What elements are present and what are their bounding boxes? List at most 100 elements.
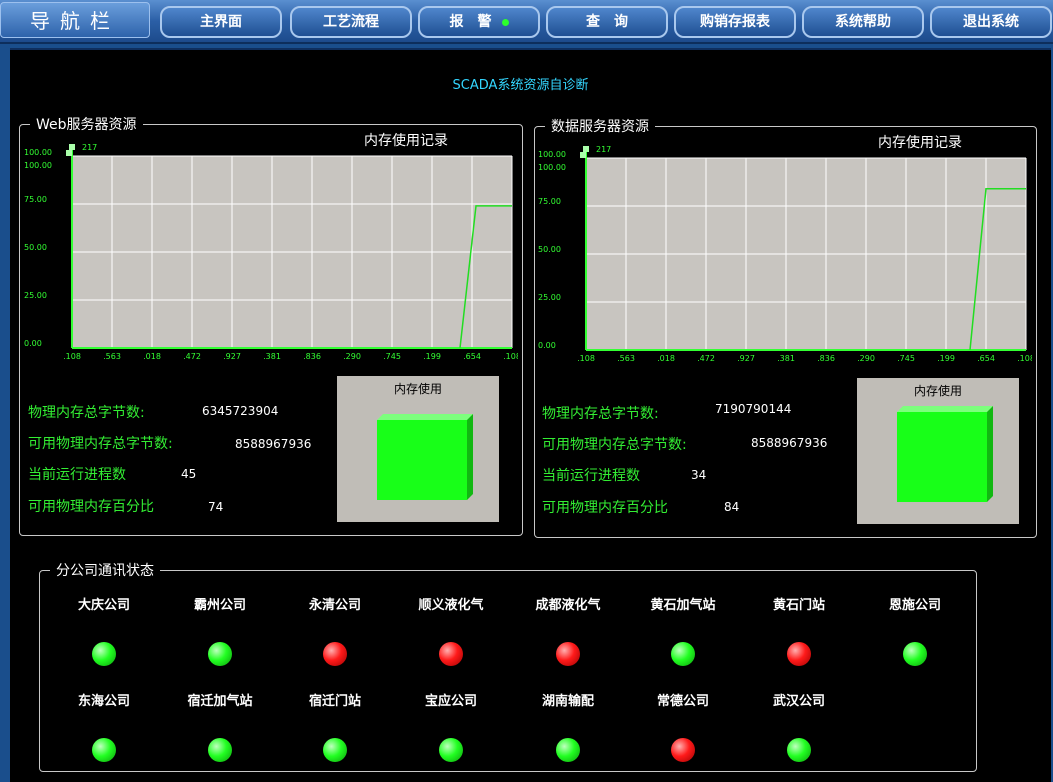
status-led-icon (671, 738, 695, 762)
x-tick-label: .472 (697, 354, 715, 363)
x-tick-label: .108 (577, 354, 595, 363)
nav-title: 导航栏 (0, 2, 150, 38)
x-tick-label: .018 (657, 354, 675, 363)
branch-name: 黄石门站 (772, 598, 825, 613)
x-tick-label: .199 (423, 352, 441, 361)
db-memory-percent-label: 可用物理内存百分比 (542, 500, 668, 516)
axis-handle-icon (66, 150, 72, 156)
nav-query-button[interactable]: 查 询 (546, 6, 668, 38)
nav-button-label: 报 警 (449, 14, 492, 30)
axis-handle-icon (69, 144, 75, 150)
status-led-icon (556, 642, 580, 666)
branch-name: 恩施公司 (888, 598, 941, 613)
status-led-icon (439, 738, 463, 762)
x-tick-label: .108 (503, 352, 518, 361)
web-total-memory-value: 6345723904 (202, 404, 279, 418)
db-memory-gauge-block (897, 406, 993, 502)
y-tick-label: 25.00 (24, 291, 47, 300)
web-memory-chart: 217 100.00 0.00 25.00 50.00 75.00 100.00 .108 .5… (24, 143, 518, 361)
y-tick-label: 0.00 (538, 341, 556, 350)
axis-handle-icon (580, 152, 586, 158)
branch-name: 黄石加气站 (650, 598, 716, 613)
x-top-label: 217 (596, 145, 611, 154)
axis-handle-icon (583, 146, 589, 152)
db-process-count-label: 当前运行进程数 (542, 468, 640, 484)
y-top-label: 100.00 (538, 150, 566, 159)
branch-name: 大庆公司 (77, 598, 130, 613)
y-tick-label: 50.00 (24, 243, 47, 252)
web-memory-gauge: 内存使用 (337, 376, 499, 522)
nav-main-button[interactable]: 主界面 (160, 6, 282, 38)
status-led-icon (208, 738, 232, 762)
x-tick-label: .472 (183, 352, 201, 361)
db-gauge-label: 内存使用 (913, 384, 962, 398)
status-led-icon (323, 642, 347, 666)
nav-alarm-button[interactable]: 报 警 (418, 6, 540, 38)
branch-status-legend: 分公司通讯状态 (56, 563, 154, 579)
x-tick-label: .745 (383, 352, 401, 361)
main-area: SCADA系统资源自诊断 Web服务器资源 内存使用记录 217 100.00 0.… (10, 48, 1051, 782)
status-led-icon (787, 642, 811, 666)
db-total-memory-value: 7190790144 (715, 402, 792, 416)
y-tick-label: 75.00 (24, 195, 47, 204)
branch-name: 常德公司 (656, 694, 709, 709)
web-gauge-label: 内存使用 (393, 382, 442, 396)
x-tick-label: .654 (463, 352, 481, 361)
status-led-icon (556, 738, 580, 762)
status-led-icon (439, 642, 463, 666)
web-process-count-value: 45 (181, 467, 197, 481)
web-process-count-label: 当前运行进程数 (28, 467, 126, 483)
branch-name: 湖南输配 (541, 694, 594, 709)
y-tick-label: 75.00 (538, 197, 561, 206)
x-tick-label: .108 (1017, 354, 1032, 363)
x-tick-label: .927 (223, 352, 241, 361)
x-top-label: 217 (82, 143, 97, 152)
x-tick-label: .654 (977, 354, 995, 363)
x-tick-label: .563 (617, 354, 635, 363)
db-server-panel-legend: 数据服务器资源 (551, 119, 649, 135)
status-led-icon (903, 642, 927, 666)
branch-status-panel: 分公司通讯状态 (39, 560, 977, 772)
alarm-indicator-icon (501, 18, 509, 26)
nav-exit-button[interactable]: 退出系统 (930, 6, 1052, 38)
nav-help-button[interactable]: 系统帮助 (802, 6, 924, 38)
nav-button-label: 主界面 (200, 14, 242, 30)
status-led-icon (208, 642, 232, 666)
web-memory-percent-value: 74 (208, 500, 224, 514)
db-memory-gauge: 内存使用 (857, 378, 1019, 524)
x-tick-label: .836 (303, 352, 321, 361)
page-title: SCADA系统资源自诊断 (452, 78, 589, 93)
y-tick-label: 50.00 (538, 245, 561, 254)
web-available-memory-label: 可用物理内存总字节数: (28, 436, 173, 452)
web-memory-percent-label: 可用物理内存百分比 (28, 499, 154, 515)
nav-button-label: 工艺流程 (323, 14, 379, 30)
branch-name: 武汉公司 (772, 694, 825, 709)
x-tick-label: .199 (937, 354, 955, 363)
status-led-icon (323, 738, 347, 762)
nav-button-label: 系统帮助 (835, 14, 891, 30)
branch-name: 霸州公司 (193, 598, 246, 613)
y-tick-label: 100.00 (538, 163, 566, 172)
x-tick-label: .836 (817, 354, 835, 363)
y-top-label: 100.00 (24, 148, 52, 157)
branch-name: 顺义液化气 (418, 598, 484, 613)
status-led-icon (671, 642, 695, 666)
branch-name: 宝应公司 (424, 694, 477, 709)
branch-name: 宿迁门站 (308, 694, 361, 709)
nav-report-button[interactable]: 购销存报表 (674, 6, 796, 38)
web-memory-gauge-block (377, 414, 473, 500)
branch-name: 成都液化气 (535, 598, 601, 613)
nav-button-label: 退出系统 (963, 14, 1019, 30)
web-available-memory-value: 8588967936 (235, 437, 312, 451)
nav-process-button[interactable]: 工艺流程 (290, 6, 412, 38)
db-available-memory-value: 8588967936 (751, 436, 828, 450)
x-tick-label: .290 (857, 354, 875, 363)
branch-name: 东海公司 (77, 694, 130, 709)
db-memory-percent-value: 84 (724, 500, 740, 514)
navigation-bar: 导航栏 主界面 工艺流程 报 警 查 询 购销存报表 系统帮助 退出系统 (0, 0, 1053, 44)
x-tick-label: .018 (143, 352, 161, 361)
x-tick-label: .563 (103, 352, 121, 361)
branch-name: 永清公司 (308, 598, 361, 613)
x-tick-label: .108 (63, 352, 81, 361)
web-server-panel-legend: Web服务器资源 (36, 117, 137, 133)
